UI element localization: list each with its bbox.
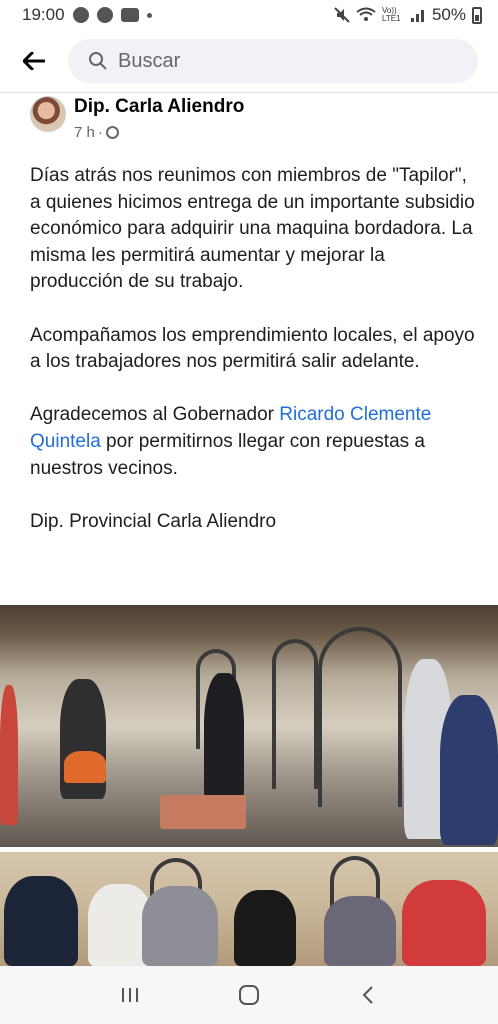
photo-person	[440, 695, 498, 845]
post-paragraph: Agradecemos al Gobernador Ricardo Clemen…	[30, 402, 478, 482]
photo-arch	[272, 639, 318, 789]
post-text: Días atrás nos reunimos con miembros de …	[30, 163, 478, 562]
post-header: Dip. Carla Aliendro 7 h ·	[30, 96, 244, 141]
globe-icon	[105, 126, 119, 139]
photo-person	[234, 890, 296, 966]
post-meta: 7 h ·	[74, 124, 244, 141]
mute-icon	[334, 7, 350, 23]
back-button[interactable]	[0, 32, 68, 90]
search-placeholder: Buscar	[118, 49, 181, 72]
home-icon	[238, 985, 259, 1005]
signal-icon	[410, 10, 424, 22]
chrome-icon	[96, 7, 113, 23]
photo-person	[204, 673, 244, 803]
post-paragraph: Días atrás nos reunimos con miembros de …	[30, 165, 475, 293]
search-icon	[89, 52, 107, 70]
photo-person	[0, 685, 18, 825]
photo-person	[4, 876, 78, 966]
post-signature: Dip. Provincial Carla Aliendro	[30, 510, 277, 532]
photo-person	[142, 886, 218, 966]
status-time: 19:00	[22, 5, 65, 24]
home-button[interactable]	[229, 975, 269, 1015]
photo-person	[324, 896, 396, 966]
photo-box	[160, 795, 246, 829]
chrome-icon	[72, 7, 89, 23]
system-back-button[interactable]	[348, 975, 388, 1015]
paragraph-text: Agradecemos al Gobernador	[30, 404, 280, 426]
photo-arch	[318, 627, 402, 807]
post-paragraph: Acompañamos los emprendimiento locales, …	[30, 324, 475, 373]
chevron-left-icon	[362, 986, 374, 1004]
status-bar: 19:00 Vo)) LTE1 50%	[0, 0, 498, 30]
battery-icon	[472, 6, 482, 24]
meta-separator: ·	[97, 124, 103, 141]
avatar[interactable]	[30, 96, 66, 132]
recent-apps-button[interactable]	[110, 975, 150, 1015]
header-divider	[0, 92, 498, 93]
search-header: Buscar	[0, 32, 498, 90]
photo-person	[64, 751, 106, 783]
gallery-icon	[120, 8, 139, 22]
post-author[interactable]: Dip. Carla Aliendro	[74, 96, 244, 118]
photo-person	[402, 880, 486, 966]
network-label: Vo)) LTE1	[381, 6, 401, 23]
more-notifications-icon	[146, 12, 152, 18]
battery-percent: 50%	[431, 5, 466, 24]
post-photo[interactable]	[0, 605, 498, 847]
wifi-icon	[356, 7, 376, 21]
search-input[interactable]: Buscar	[68, 39, 478, 83]
post-photo[interactable]	[0, 852, 498, 966]
back-arrow-icon	[23, 52, 45, 70]
recent-apps-icon	[121, 988, 138, 1002]
post-time[interactable]: 7 h	[74, 124, 95, 141]
system-nav-bar	[0, 966, 498, 1024]
